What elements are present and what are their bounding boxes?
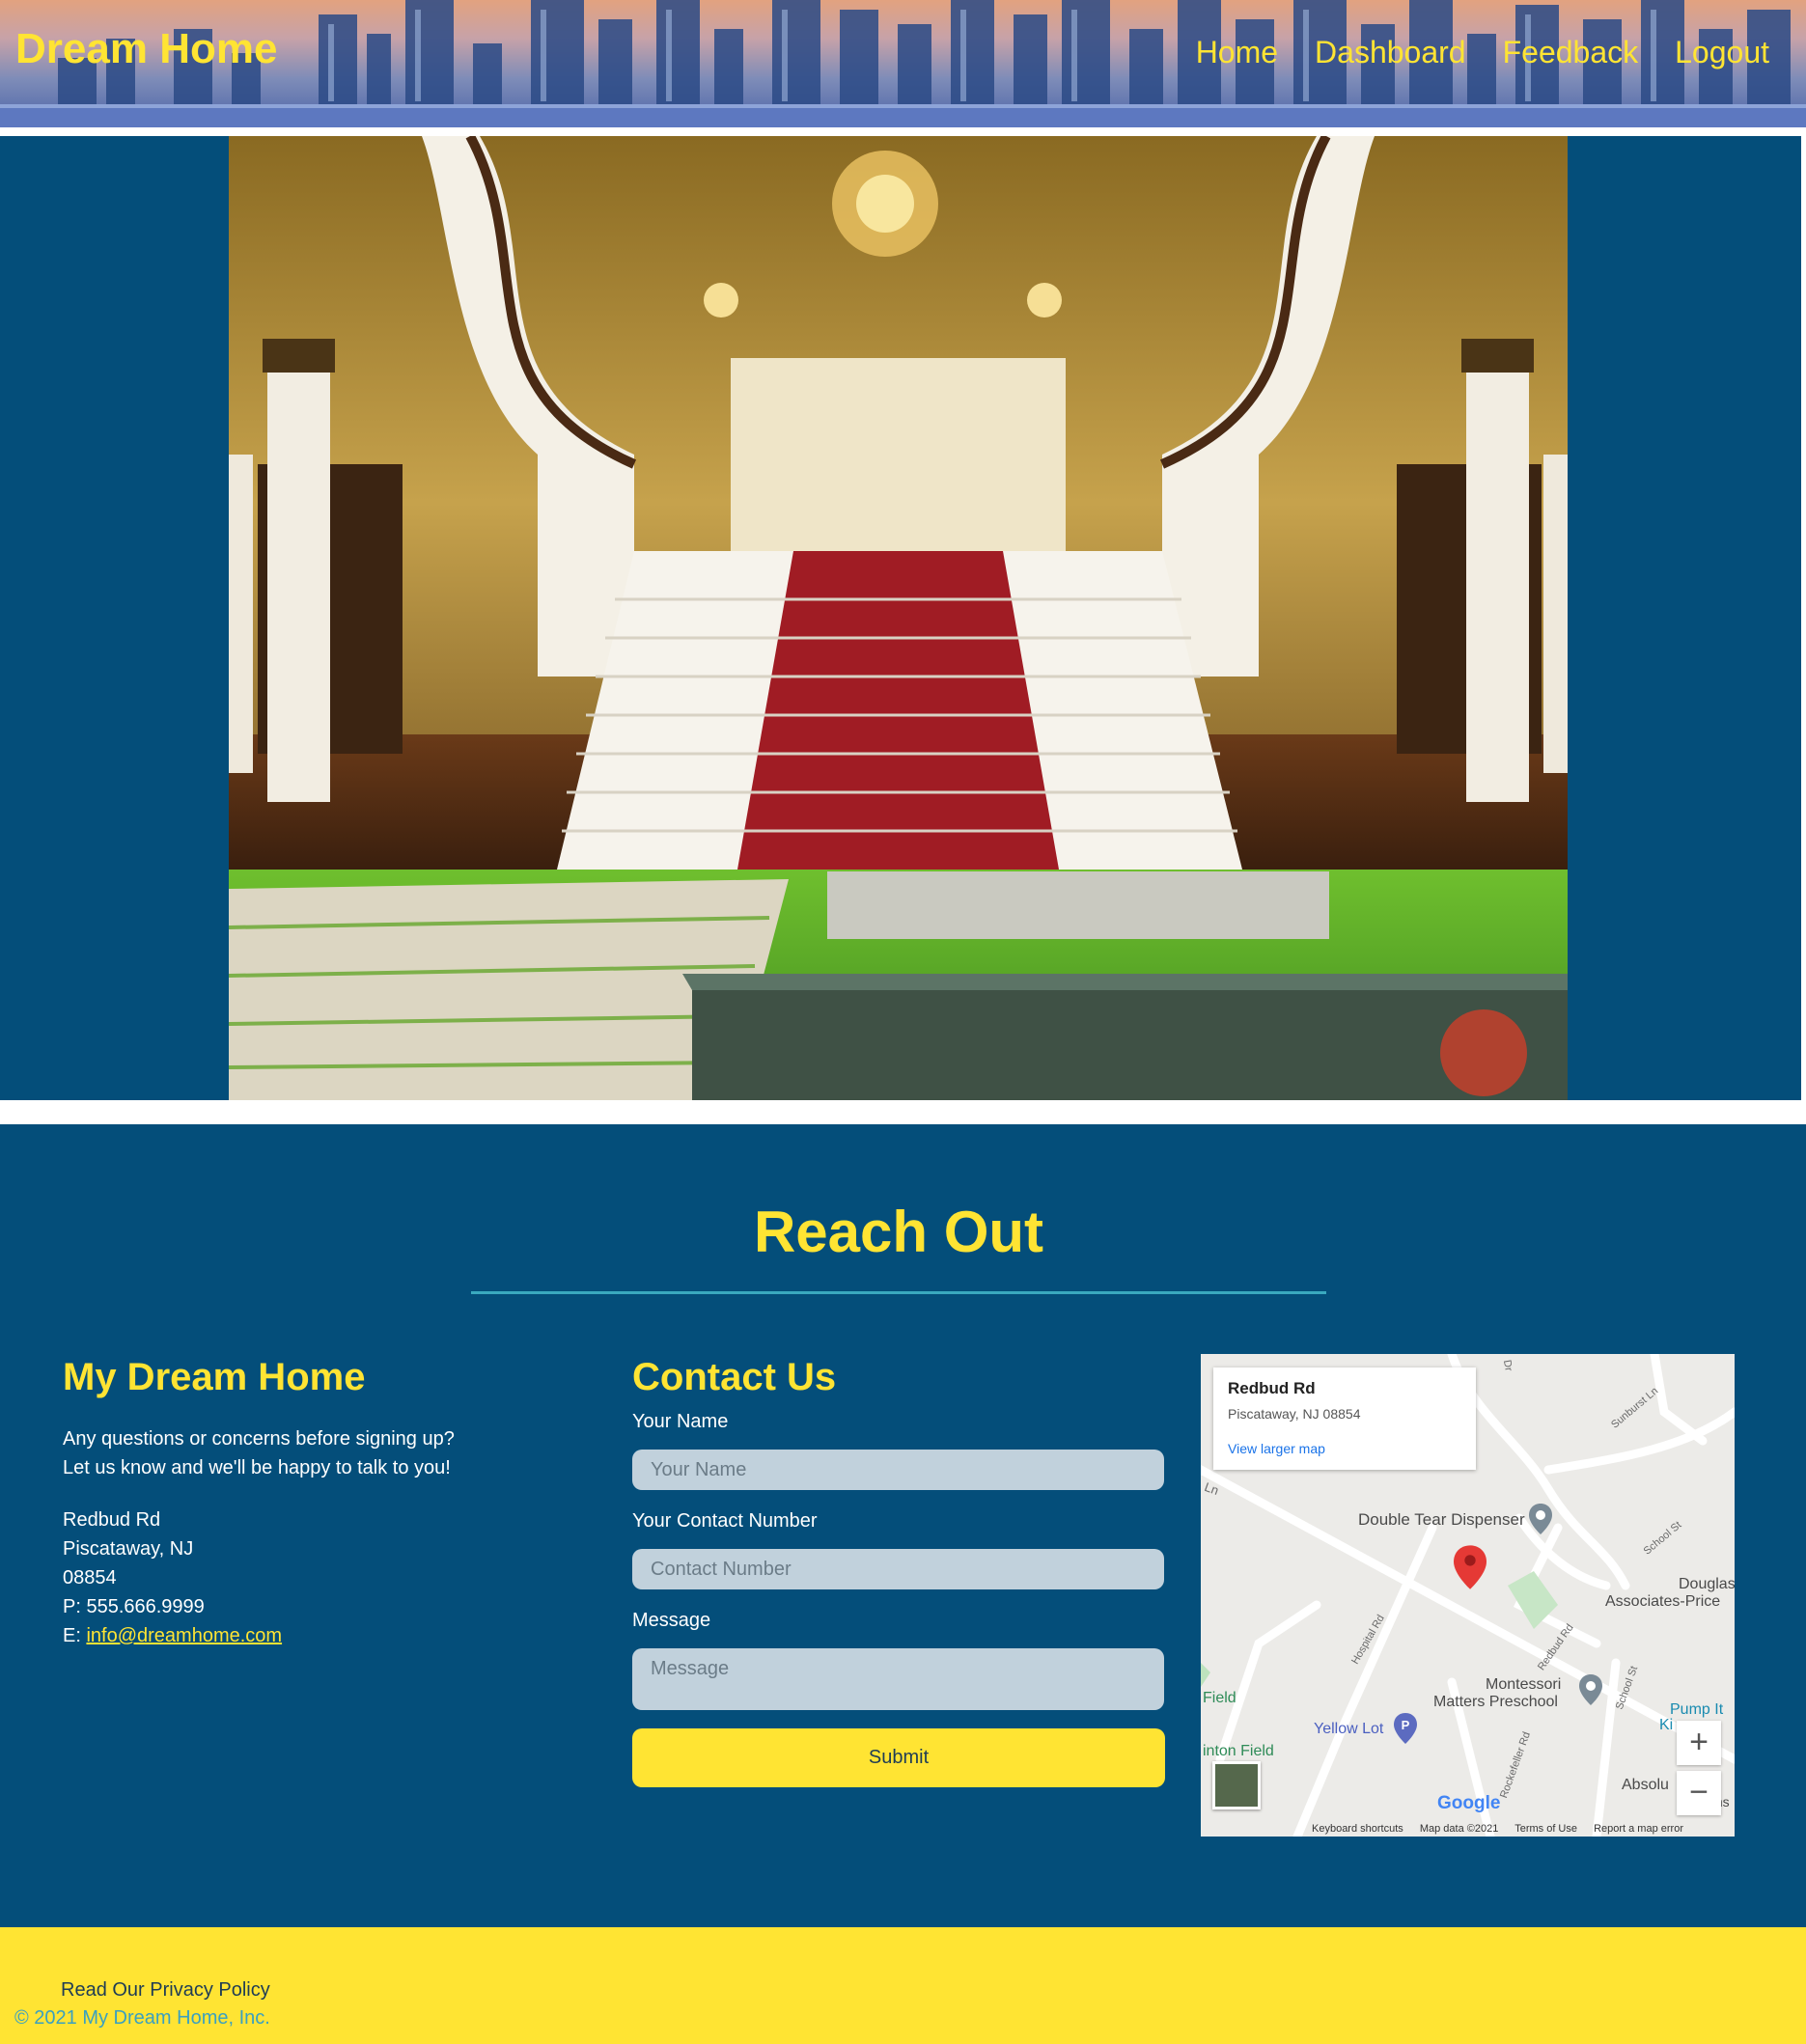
map-place-montessori[interactable]: Montessori	[1486, 1676, 1561, 1694]
map-place-douglas[interactable]: Douglas	[1679, 1576, 1735, 1593]
nav-dashboard-link[interactable]: Dashboard	[1315, 35, 1466, 70]
name-input[interactable]	[632, 1450, 1164, 1490]
map-data-attribution: Map data ©2021	[1419, 1823, 1499, 1835]
name-label: Your Name	[632, 1411, 729, 1432]
address-city: Piscataway, NJ	[63, 1538, 194, 1560]
google-logo: Google	[1437, 1793, 1500, 1814]
terms-of-use-link[interactable]: Terms of Use	[1514, 1823, 1577, 1835]
submit-button[interactable]: Submit	[632, 1728, 1165, 1787]
about-column: My Dream Home Any questions or concerns …	[63, 1356, 565, 1650]
contact-section: Reach Out My Dream Home Any questions or…	[0, 1124, 1806, 1927]
report-map-error-link[interactable]: Report a map error	[1594, 1823, 1683, 1835]
map-info-card: Redbud Rd Piscataway, NJ 08854 View larg…	[1213, 1367, 1476, 1470]
place-pin-icon	[1529, 1504, 1552, 1534]
address-street: Redbud Rd	[63, 1509, 161, 1531]
svg-text:P: P	[1402, 1718, 1410, 1732]
map-place-associates-price[interactable]: Associates-Price	[1605, 1593, 1720, 1611]
about-title: My Dream Home	[63, 1356, 366, 1398]
message-textarea[interactable]	[632, 1648, 1164, 1710]
email-prefix: E:	[63, 1625, 87, 1646]
blurb-line-1: Any questions or concerns before signing…	[63, 1428, 455, 1450]
phone-number: P: 555.666.9999	[63, 1596, 205, 1617]
site-footer: Read Our Privacy Policy © 2021 My Dream …	[0, 1927, 1806, 2044]
map-place-clinton-field[interactable]: inton Field	[1203, 1743, 1274, 1760]
map-place-pump-it[interactable]: Pump It	[1670, 1701, 1723, 1719]
reach-out-heading: Reach Out	[753, 1200, 1044, 1264]
address-zip: 08854	[63, 1567, 117, 1588]
map-card-title: Redbud Rd	[1228, 1379, 1316, 1397]
location-marker-icon	[1454, 1545, 1486, 1589]
contact-form: Contact Us Your Name Your Contact Number…	[632, 1356, 1165, 1787]
map-zoom-out-button[interactable]: −	[1677, 1771, 1721, 1815]
contact-form-title: Contact Us	[632, 1356, 837, 1398]
about-blurb: Any questions or concerns before signing…	[63, 1424, 565, 1482]
view-larger-map-link[interactable]: View larger map	[1228, 1441, 1461, 1456]
address-block: Redbud Rd Piscataway, NJ 08854 P: 555.66…	[63, 1505, 565, 1650]
map-footer-bar: Keyboard shortcuts Map data ©2021 Terms …	[1312, 1823, 1697, 1835]
keyboard-shortcuts-link[interactable]: Keyboard shortcuts	[1312, 1823, 1403, 1835]
nav-home-link[interactable]: Home	[1196, 35, 1278, 70]
street-label-dr: Dr	[1500, 1359, 1514, 1372]
brand-logo[interactable]: Dream Home	[15, 25, 277, 73]
map-place-yellow-lot[interactable]: Yellow Lot	[1314, 1721, 1383, 1738]
map-card-address: Piscataway, NJ 08854	[1228, 1406, 1361, 1422]
email-line: E: info@dreamhome.com	[63, 1621, 565, 1650]
mansion-staircase-image	[229, 136, 1568, 1100]
hero-photo	[229, 136, 1568, 1100]
satellite-layer-thumbnail[interactable]	[1212, 1761, 1261, 1809]
main-nav: Home Dashboard Feedback Logout	[1196, 35, 1769, 70]
nav-feedback-link[interactable]: Feedback	[1503, 35, 1639, 70]
map-place-double-tear[interactable]: Double Tear Dispenser	[1358, 1510, 1525, 1530]
map-place-absolu[interactable]: Absolu	[1622, 1777, 1669, 1794]
blurb-line-2: Let us know and we'll be happy to talk t…	[63, 1457, 451, 1478]
contact-number-input[interactable]	[632, 1549, 1164, 1589]
nav-logout-link[interactable]: Logout	[1675, 35, 1769, 70]
parking-pin-icon: P	[1394, 1713, 1417, 1744]
embedded-map[interactable]: Redbud Rd Piscataway, NJ 08854 View larg…	[1201, 1354, 1735, 1837]
map-place-field[interactable]: Field	[1203, 1690, 1236, 1707]
site-header: Dream Home Home Dashboard Feedback Logou…	[0, 0, 1806, 127]
contact-number-label: Your Contact Number	[632, 1510, 818, 1532]
hero-section	[0, 136, 1801, 1100]
copyright-text: © 2021 My Dream Home, Inc.	[14, 2007, 270, 2029]
privacy-policy-link[interactable]: Read Our Privacy Policy	[61, 1979, 270, 2002]
map-place-matters-preschool[interactable]: Matters Preschool	[1433, 1694, 1558, 1711]
heading-divider	[471, 1291, 1326, 1294]
google-logo-text: Google	[1437, 1793, 1501, 1813]
school-pin-icon	[1579, 1674, 1602, 1705]
map-zoom-in-button[interactable]: +	[1677, 1721, 1721, 1765]
email-link[interactable]: info@dreamhome.com	[86, 1625, 282, 1646]
map-place-ki[interactable]: Ki	[1659, 1717, 1673, 1734]
message-label: Message	[632, 1610, 711, 1631]
